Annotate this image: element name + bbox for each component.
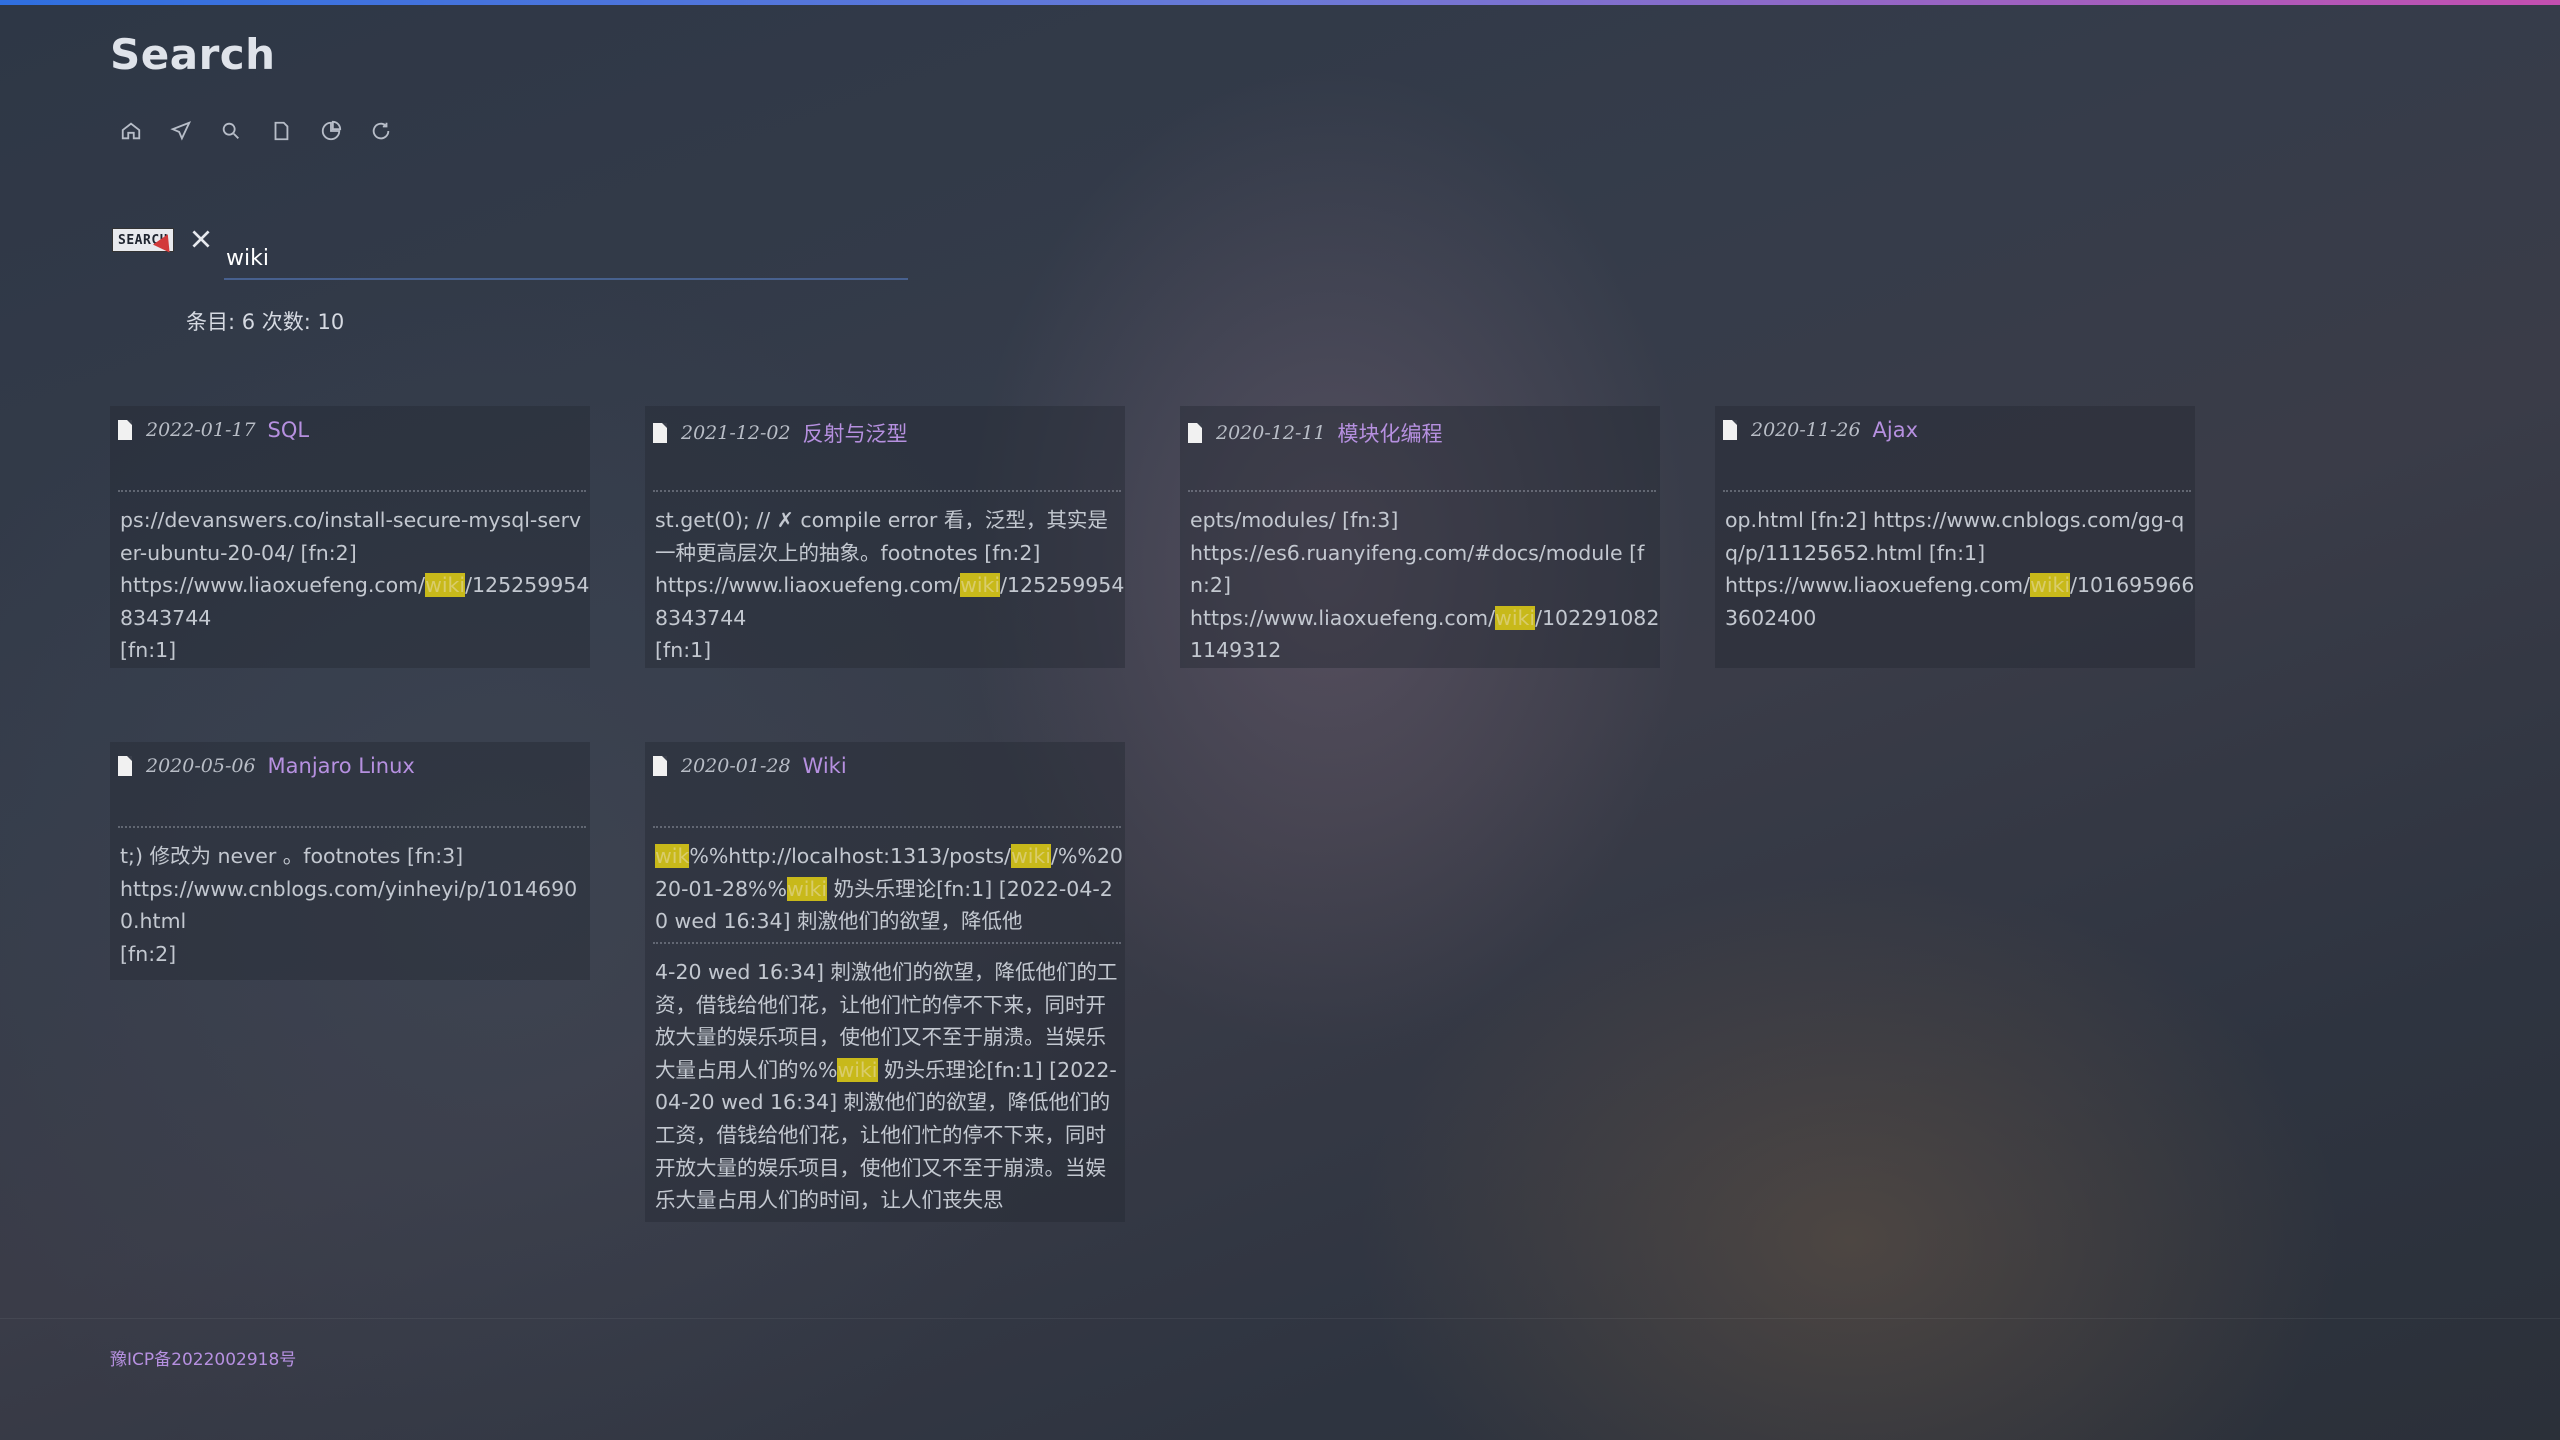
home-icon[interactable] (118, 118, 144, 144)
excerpt-separator (118, 826, 586, 828)
refresh-icon[interactable] (368, 118, 394, 144)
search-highlight: wiki (2030, 573, 2071, 598)
excerpt-separator (653, 826, 1121, 828)
excerpt-separator (1188, 490, 1656, 492)
result-card: 2020-05-06 Manjaro Linux t;) 修改为 never 。fo… (110, 742, 590, 980)
close-icon[interactable] (188, 226, 214, 252)
result-excerpt: t;) 修改为 never 。footnotes [fn:3] https://… (120, 840, 590, 972)
document-icon (1723, 420, 1737, 440)
search-highlight: wiki (1495, 605, 1536, 630)
top-nav (118, 118, 394, 144)
result-date: 2020-01-28 (681, 755, 791, 777)
result-header: 2022-01-17 SQL (118, 418, 309, 442)
result-date: 2020-12-11 (1216, 422, 1326, 444)
page-title: Search (110, 30, 276, 79)
result-title-link[interactable]: 模块化编程 (1338, 418, 1443, 448)
search-icon[interactable] (218, 118, 244, 144)
document-icon[interactable] (268, 118, 294, 144)
search-highlight: wiki (1010, 844, 1051, 868)
result-excerpt: wik%%http://localhost:1313/posts/wiki/%%… (655, 844, 1123, 934)
result-card: 2021-12-02 反射与泛型 st.get(0); // ✗ compile e… (645, 406, 1125, 668)
result-excerpt: 4-20 wed 16:34] 刺激他们的欲望，降低他们的工资，借钱给他们花，让… (655, 960, 1118, 1213)
excerpt-separator (118, 490, 586, 492)
search-bar: SEARCH (110, 226, 910, 286)
result-card: 2022-01-17 SQL ps://devanswers.co/install-… (110, 406, 590, 668)
icp-link[interactable]: 豫ICP备2022002918号 (110, 1345, 296, 1370)
result-title-link[interactable]: SQL (268, 418, 310, 442)
search-highlight: wiki (787, 876, 828, 901)
search-stats: 条目: 6 次数: 10 (186, 310, 345, 334)
result-title-link[interactable]: 反射与泛型 (803, 418, 908, 448)
result-card: 2020-11-26 Ajax op.html [fn:2] https://www… (1715, 406, 2195, 668)
excerpt-separator (1723, 490, 2191, 492)
result-header: 2021-12-02 反射与泛型 (653, 418, 908, 448)
search-highlight: wiki (960, 573, 1001, 598)
search-input[interactable] (224, 238, 908, 280)
result-date: 2021-12-02 (681, 422, 791, 444)
document-icon (653, 756, 667, 776)
result-title-link[interactable]: Wiki (803, 754, 847, 778)
result-header: 2020-12-11 模块化编程 (1188, 418, 1443, 448)
excerpt-separator (653, 490, 1121, 492)
document-icon (653, 423, 667, 443)
send-icon[interactable] (168, 118, 194, 144)
result-title-link[interactable]: Manjaro Linux (268, 754, 415, 778)
result-excerpt: epts/modules/ [fn:3] https://es6.ruanyif… (1190, 508, 1660, 663)
pie-chart-icon[interactable] (318, 118, 344, 144)
document-icon (1188, 423, 1202, 443)
result-header: 2020-05-06 Manjaro Linux (118, 754, 415, 778)
search-highlight: wiki (425, 573, 466, 598)
search-highlight: wik (655, 844, 690, 868)
document-icon (118, 756, 132, 776)
result-header: 2020-11-26 Ajax (1723, 418, 1918, 442)
document-icon (118, 420, 132, 440)
footer-divider (0, 1318, 2560, 1319)
result-excerpt: ps://devanswers.co/install-secure-mysql-… (120, 508, 590, 663)
result-excerpt: op.html [fn:2] https://www.cnblogs.com/g… (1725, 508, 2195, 630)
result-date: 2022-01-17 (146, 419, 256, 441)
result-header: 2020-01-28 Wiki (653, 754, 847, 778)
result-date: 2020-05-06 (146, 755, 256, 777)
result-date: 2020-11-26 (1751, 419, 1861, 441)
result-card: 2020-12-11 模块化编程 epts/modules/ [fn:3] http… (1180, 406, 1660, 668)
result-excerpt: st.get(0); // ✗ compile error 看，泛型，其实是一种… (655, 504, 1125, 668)
result-card: 2020-01-28 Wiki wik%%http://localhost:1313… (645, 742, 1125, 1222)
search-highlight: wiki (837, 1057, 878, 1082)
top-accent-bar (0, 0, 2560, 5)
result-title-link[interactable]: Ajax (1873, 418, 1919, 442)
excerpt-separator (653, 942, 1121, 944)
